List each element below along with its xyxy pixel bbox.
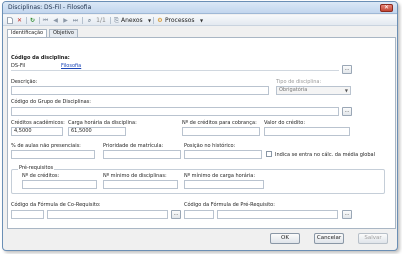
formula-pre-label: Código da Fórmula de Pré-Requisito: (184, 202, 275, 208)
formula-pre-description (217, 210, 338, 219)
aulas-input[interactable] (11, 150, 95, 159)
toolbar-separator (39, 17, 40, 24)
descricao-input[interactable] (11, 86, 269, 95)
num-min-carga-label: Nº mínimo de carga horária: (184, 173, 256, 179)
posicao-label: Posição no histórico: (184, 143, 236, 149)
creditos-input[interactable]: 4,5000 (11, 127, 63, 136)
descricao-label: Descrição: (11, 79, 38, 85)
save-button[interactable]: Salvar (358, 233, 388, 244)
previous-record-icon[interactable]: ◀ (52, 17, 59, 24)
posicao-input[interactable] (184, 150, 262, 159)
prioridade-label: Prioridade de matrícula: (103, 143, 164, 149)
indica-label: Indica se entra no cálc. da média global (275, 152, 375, 158)
carga-label: Carga horária da disciplina: (68, 120, 137, 126)
formula-co-description (47, 210, 168, 219)
chevron-down-icon[interactable]: ▼ (199, 17, 204, 24)
toolbar-separator (26, 17, 27, 24)
chevron-down-icon: ▼ (344, 88, 348, 93)
formula-pre-lookup-button[interactable]: … (342, 210, 352, 219)
formula-co-lookup-button[interactable]: … (171, 210, 181, 219)
creditos-label: Créditos acadêmicos: (11, 120, 65, 126)
cancel-button[interactable]: Cancelar (314, 233, 344, 244)
binoculars-icon[interactable]: ⌕ (85, 17, 94, 24)
grupo-label: Código do Grupo de Disciplinas: (11, 99, 91, 105)
codigo-label: Código da disciplina: (11, 55, 70, 61)
valor-credito-input[interactable] (264, 127, 350, 136)
processos-menu[interactable]: Processos (165, 17, 195, 24)
window-title: Disciplinas: DS-Fil - Filosofia (8, 4, 92, 11)
dialog-window: Disciplinas: DS-Fil - Filosofia ✕ ✕ ↻ ⏮ … (2, 1, 398, 251)
refresh-icon[interactable]: ↻ (29, 17, 36, 24)
toolbar-separator (110, 17, 111, 24)
last-record-icon[interactable]: ⏭ (72, 17, 79, 24)
title-bar[interactable]: Disciplinas: DS-Fil - Filosofia ✕ (3, 2, 397, 14)
tipo-select-value: Obrigatória (279, 87, 308, 93)
grupo-lookup-button[interactable]: … (342, 107, 352, 116)
formula-pre-input[interactable] (184, 210, 214, 219)
page-indicator: 1/1 (96, 17, 106, 24)
valor-credito-label: Valor do crédito: (264, 120, 306, 126)
ok-button[interactable]: OK (270, 233, 300, 244)
prerequisitos-group-label: Pré-requisitos (18, 165, 55, 171)
num-creditos-input[interactable] (22, 180, 97, 189)
codigo-lookup-button[interactable]: … (342, 65, 352, 74)
num-min-disc-input[interactable] (103, 180, 178, 189)
disciplina-name-link[interactable]: Filosofia (61, 63, 81, 69)
paperclip-icon[interactable]: ⎘ (113, 17, 120, 24)
creditos-cobranca-input[interactable] (182, 127, 260, 136)
toolbar: ✕ ↻ ⏮ ◀ ▶ ⏭ ⌕ 1/1 ⎘ Anexos ▼ ⚙ Processos… (3, 15, 397, 26)
tab-objetivo[interactable]: Objetivo (49, 29, 78, 37)
num-creditos-label: Nº de créditos: (22, 173, 60, 179)
gears-icon[interactable]: ⚙ (156, 17, 164, 24)
delete-icon[interactable]: ✕ (16, 17, 23, 24)
close-button[interactable]: ✕ (380, 4, 393, 12)
anexos-menu[interactable]: Anexos (121, 17, 143, 24)
chevron-down-icon[interactable]: ▼ (147, 17, 152, 24)
num-min-carga-input[interactable] (184, 180, 264, 189)
toolbar-separator (153, 17, 154, 24)
aulas-label: % de aulas não presenciais: (11, 143, 81, 149)
toolbar-separator (82, 17, 83, 24)
first-record-icon[interactable]: ⏮ (42, 17, 49, 24)
indica-checkbox[interactable] (266, 151, 272, 157)
grupo-input[interactable] (11, 107, 339, 116)
num-min-disc-label: Nº mínimo de disciplinas: (103, 173, 167, 179)
tab-panel: Código da disciplina: DS-Fil Filosofia …… (7, 37, 396, 229)
codigo-underline (11, 70, 339, 71)
new-icon[interactable] (6, 17, 13, 24)
next-record-icon[interactable]: ▶ (62, 17, 69, 24)
tipo-select[interactable]: Obrigatória ▼ (276, 86, 351, 95)
formula-co-input[interactable] (11, 210, 44, 219)
creditos-cobranca-label: Nº de créditos para cobrança: (182, 120, 257, 126)
formula-co-label: Código da Fórmula de Co-Requisito: (11, 202, 101, 208)
prioridade-input[interactable] (103, 150, 181, 159)
tipo-label: Tipo de disciplina: (276, 79, 322, 85)
codigo-value: DS-Fil (11, 63, 26, 69)
carga-input[interactable]: 61,5000 (68, 127, 126, 136)
